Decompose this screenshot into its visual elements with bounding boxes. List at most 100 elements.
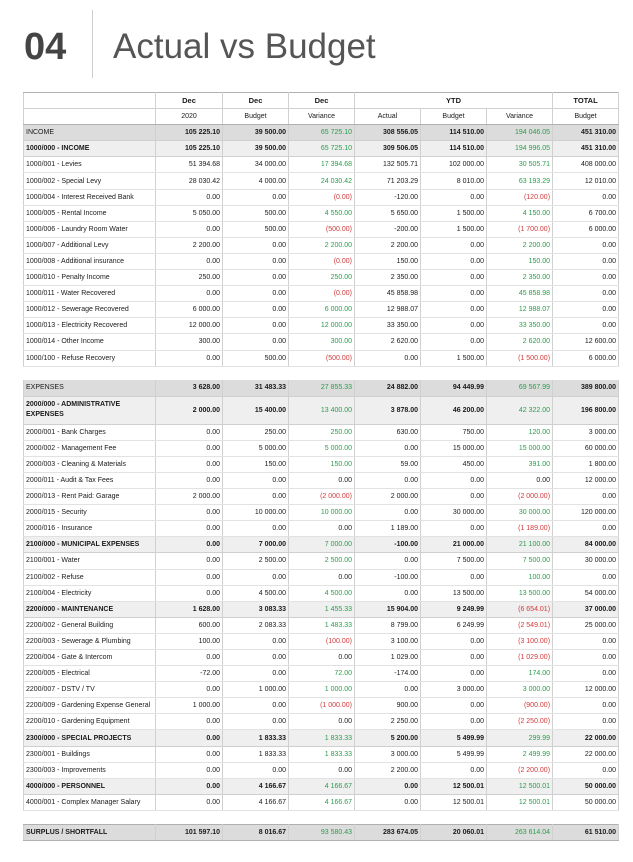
row-label: 4000/001 - Complex Manager Salary [23, 794, 156, 811]
row-label: 2000/013 - Rent Paid: Garage [23, 488, 156, 506]
cell-ytd-budget: 0.00 [420, 649, 487, 667]
cell-ytd-actual: -100.00 [354, 536, 421, 554]
cell-dec-2020: 0.00 [155, 504, 223, 522]
cell-dec-budget: 34 000.00 [222, 156, 289, 174]
cell-dec-variance: 4 166.67 [288, 778, 355, 795]
cell-total-budget: 0.00 [552, 520, 620, 538]
cell-ytd-budget: 1 500.00 [420, 205, 487, 222]
cell-total-budget: 0.00 [552, 713, 620, 731]
cell-dec-variance: 1 483.33 [288, 617, 355, 634]
cell-ytd-variance: 45 858.98 [485, 285, 554, 303]
cell-ytd-budget: 15 000.00 [420, 440, 487, 457]
table-row: 1000/004 - Interest Received Bank 0.00 0.0… [23, 189, 620, 206]
cell-ytd-budget: 0.00 [420, 488, 487, 506]
cell-dec-variance: 300.00 [288, 333, 355, 351]
cell-ytd-actual: -200.00 [354, 221, 421, 238]
cell-ytd-variance: 0.00 [485, 472, 554, 490]
cell-dec-budget: 1 833.33 [222, 746, 289, 763]
cell-total-budget: 12 000.00 [552, 681, 620, 699]
cell-dec-budget: 0.00 [222, 649, 289, 667]
section-row: EXPENSES 3 628.00 31 483.33 27 855.33 24 882… [23, 380, 620, 397]
cell-ytd-variance: 2 200.00 [485, 237, 554, 254]
cell-ytd-actual: 1 189.00 [354, 520, 421, 538]
cell-dec-budget: 0.00 [222, 520, 289, 538]
subheader-total-budget: Budget [552, 108, 620, 126]
cell-ytd-actual: 0.00 [354, 504, 421, 522]
cell-dec-variance: 2 500.00 [288, 552, 355, 570]
table-row: 2200/003 - Sewerage & Plumbing 100.00 0.00… [23, 633, 620, 651]
cell-ytd-variance: (2 549.01) [485, 617, 554, 634]
cell-ytd-budget: 0.00 [420, 253, 487, 271]
row-label: 2100/001 - Water [23, 552, 156, 570]
cell-dec-variance: 10 000.00 [288, 504, 355, 522]
table-row: 2000/016 - Insurance 0.00 0.00 0.00 1 189.00… [23, 520, 620, 538]
cell-dec-2020: 0.00 [155, 424, 223, 441]
cell-dec-2020: 0.00 [155, 440, 223, 457]
cell-dec-variance: (500.00) [288, 221, 355, 238]
cell-ytd-actual: 3 100.00 [354, 633, 421, 651]
row-label: 2200/005 - Electrical [23, 665, 156, 683]
cell-ytd-variance: 69 567.99 [485, 380, 554, 397]
cell-dec-budget: 0.00 [222, 472, 289, 490]
table-row: 4000/001 - Complex Manager Salary 0.00 4 1… [23, 794, 620, 811]
cell-dec-2020: 0.00 [155, 713, 223, 731]
cell-ytd-budget: 1 500.00 [420, 350, 487, 367]
row-label: 2000/000 - ADMINISTRATIVE EXPENSES [23, 396, 156, 425]
cell-dec-budget: 39 500.00 [222, 140, 289, 158]
cell-ytd-budget: 3 000.00 [420, 681, 487, 699]
cell-dec-budget: 500.00 [222, 350, 289, 367]
row-label: INCOME [23, 124, 156, 142]
cell-dec-2020: 2 200.00 [155, 237, 223, 254]
cell-dec-budget: 0.00 [222, 697, 289, 715]
header-total: TOTAL [552, 91, 620, 110]
cell-ytd-budget: 0.00 [420, 633, 487, 651]
cell-total-budget: 0.00 [552, 253, 620, 271]
row-label: 1000/011 - Water Recovered [23, 285, 156, 303]
cell-ytd-actual: 2 250.00 [354, 713, 421, 731]
cell-total-budget: 0.00 [552, 488, 620, 506]
table-row: 1000/005 - Rental Income 5 050.00 500.00 4 … [23, 205, 620, 222]
cell-dec-budget: 0.00 [222, 189, 289, 206]
cell-ytd-budget: 0.00 [420, 697, 487, 715]
cell-ytd-budget: 114 510.00 [420, 140, 487, 158]
table-row: 2000/011 - Audit & Tax Fees 0.00 0.00 0.00 0… [23, 472, 620, 490]
title-divider [92, 10, 93, 78]
table-row: 2200/005 - Electrical -72.00 0.00 72.00 -174… [23, 665, 620, 683]
row-label: 2300/003 - Improvements [23, 762, 156, 779]
cell-ytd-budget: 0.00 [420, 237, 487, 254]
group-row: 2100/000 - MUNICIPAL EXPENSES 0.00 7 000.0… [23, 536, 620, 554]
table-row: 2000/013 - Rent Paid: Garage 2 000.00 0.00… [23, 488, 620, 506]
cell-dec-variance: 1 833.33 [288, 746, 355, 763]
subheader-ytd-variance: Variance [485, 108, 554, 126]
cell-ytd-variance: 12 500.01 [485, 778, 554, 795]
cell-ytd-actual: -100.00 [354, 569, 421, 586]
cell-ytd-variance: (900.00) [485, 697, 554, 715]
cell-ytd-variance: (2 200.00) [485, 762, 554, 779]
cell-dec-2020: 101 597.10 [155, 823, 223, 842]
cell-dec-variance: 5 000.00 [288, 440, 355, 457]
cell-ytd-variance: 12 988.07 [485, 301, 554, 319]
cell-ytd-actual: 0.00 [354, 552, 421, 570]
cell-ytd-actual: 45 858.98 [354, 285, 421, 303]
cell-ytd-variance: (1 189.00) [485, 520, 554, 538]
cell-dec-variance: (0.00) [288, 189, 355, 206]
cell-ytd-actual: 309 506.05 [354, 140, 421, 158]
row-label: 2200/003 - Sewerage & Plumbing [23, 633, 156, 651]
cell-total-budget: 0.00 [552, 317, 620, 335]
cell-ytd-budget: 5 499.99 [420, 729, 487, 747]
cell-total-budget: 451 310.00 [552, 140, 620, 158]
cell-dec-variance: 1 455.33 [288, 601, 355, 618]
row-label: 2200/004 - Gate & Intercom [23, 649, 156, 667]
row-label: 2000/015 - Security [23, 504, 156, 522]
cell-ytd-actual: 0.00 [354, 472, 421, 490]
row-label: EXPENSES [23, 380, 156, 397]
cell-ytd-variance: (2 250.00) [485, 713, 554, 731]
cell-ytd-variance: 7 500.00 [485, 552, 554, 570]
cell-dec-2020: 0.00 [155, 472, 223, 490]
cell-ytd-actual: 1 029.00 [354, 649, 421, 667]
row-label: 2200/007 - DSTV / TV [23, 681, 156, 699]
cell-dec-budget: 1 000.00 [222, 681, 289, 699]
cell-dec-variance: 0.00 [288, 762, 355, 779]
cell-total-budget: 12 000.00 [552, 472, 620, 490]
table-row: 1000/007 - Additional Levy 2 200.00 0.00 2 … [23, 237, 620, 254]
